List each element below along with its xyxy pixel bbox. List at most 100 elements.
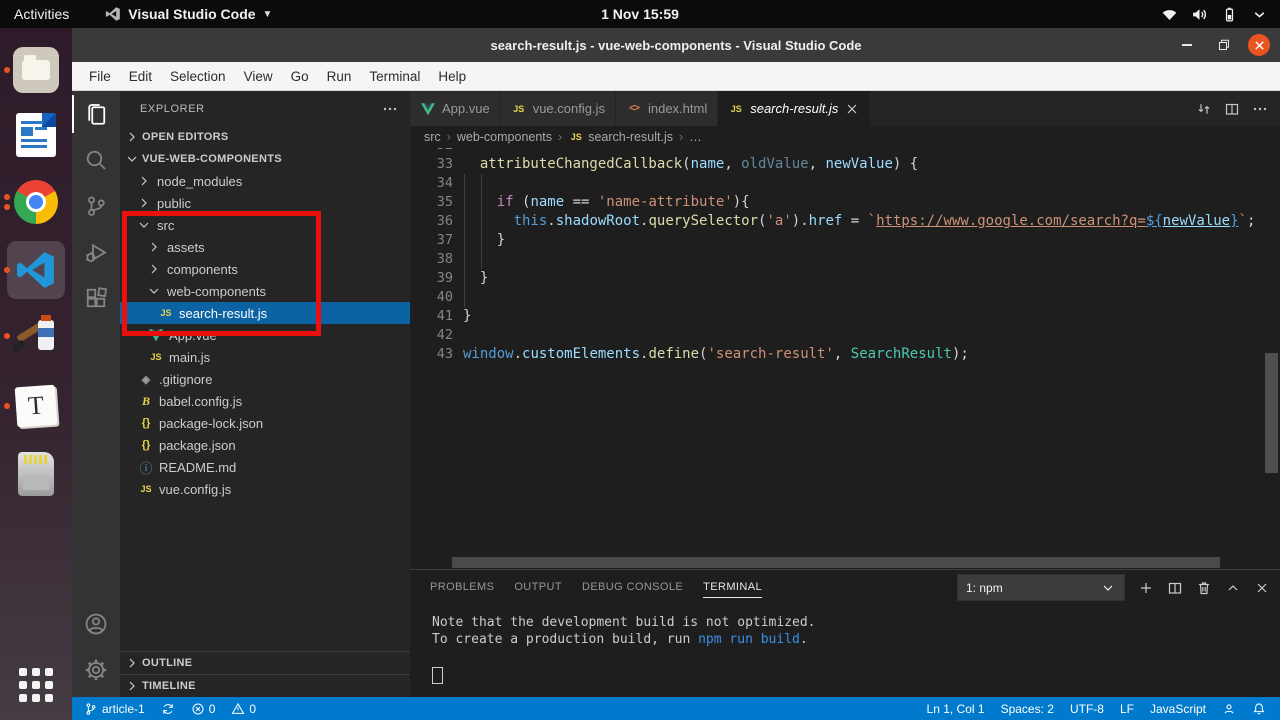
tree-item-.gitignore[interactable]: ◈ .gitignore — [120, 368, 410, 390]
status-errors[interactable]: 0 — [183, 697, 224, 720]
new-terminal-icon[interactable] — [1138, 580, 1154, 596]
vertical-scrollbar[interactable] — [1265, 353, 1278, 473]
tree-item-public[interactable]: public — [120, 192, 410, 214]
tree-item-node-modules[interactable]: node_modules — [120, 170, 410, 192]
tree-item-vue.config.js[interactable]: JS vue.config.js — [120, 478, 410, 500]
running-indicator — [4, 67, 10, 73]
code-text: attributeChangedCallback(name, oldValue,… — [479, 156, 919, 172]
breadcrumb-label: search-result.js — [588, 130, 673, 144]
code-editor[interactable]: 3233 attributeChangedCallback(name, oldV… — [410, 148, 1280, 569]
status-encoding[interactable]: UTF-8 — [1062, 697, 1112, 720]
menu-run[interactable]: Run — [318, 62, 361, 90]
breadcrumb-item[interactable]: src — [424, 130, 441, 144]
dock-item-files[interactable] — [0, 40, 72, 100]
split-editor-icon[interactable] — [1224, 101, 1240, 117]
breadcrumb-item[interactable]: web-components — [457, 130, 552, 144]
status-language-mode[interactable]: JavaScript — [1142, 697, 1214, 720]
breadcrumb-item[interactable]: … — [689, 130, 702, 144]
tree-item-babel.config.js[interactable]: Bbabel.config.js — [120, 390, 410, 412]
terminal-selector[interactable]: 1: npm — [957, 574, 1125, 601]
window-title: search-result.js - vue-web-components - … — [490, 37, 862, 53]
maximize-panel-icon[interactable] — [1225, 580, 1241, 596]
dock-item-sd-card[interactable] — [0, 444, 72, 504]
tree-item-search-result.js[interactable]: JS search-result.js — [120, 302, 410, 324]
tree-item-web-components[interactable]: web-components — [120, 280, 410, 302]
status-sync-status[interactable] — [153, 697, 183, 720]
line-number: 33 — [436, 156, 453, 172]
outline-section[interactable]: OUTLINE — [120, 651, 410, 674]
dock-item-paint[interactable] — [0, 306, 72, 366]
menu-go[interactable]: Go — [282, 62, 318, 90]
activities-button[interactable]: Activities — [0, 0, 83, 28]
activitybar-run-debug[interactable] — [72, 229, 120, 275]
tree-item-package-lock.json[interactable]: {} package-lock.json — [120, 412, 410, 434]
kill-terminal-icon[interactable] — [1196, 580, 1212, 596]
activitybar-explorer[interactable] — [72, 91, 120, 137]
indent-guide — [481, 174, 482, 269]
panel-tab-output[interactable]: OUTPUT — [514, 577, 562, 598]
activitybar-accounts[interactable] — [72, 601, 120, 647]
timeline-section[interactable]: TIMELINE — [120, 674, 410, 697]
status-feedback[interactable] — [1214, 697, 1244, 720]
terminal-output[interactable]: Note that the development build is not o… — [410, 605, 1280, 697]
dock-item-vscode[interactable] — [0, 238, 72, 302]
more-actions-icon[interactable] — [1252, 101, 1268, 117]
open-changes-icon[interactable] — [1196, 101, 1212, 117]
breadcrumb-item[interactable]: JS search-result.js — [568, 129, 673, 145]
close-button[interactable] — [1248, 34, 1270, 56]
panel-tab-terminal[interactable]: TERMINAL — [703, 577, 762, 598]
dock-item-chrome[interactable] — [0, 172, 72, 232]
tab-app.vue[interactable]: App.vue — [410, 91, 501, 126]
tab-search-result.js[interactable]: JS search-result.js — [718, 91, 872, 126]
activitybar-search[interactable] — [72, 137, 120, 183]
activitybar-source-control[interactable] — [72, 183, 120, 229]
activitybar-extensions[interactable] — [72, 275, 120, 321]
status-label: UTF-8 — [1069, 701, 1104, 716]
tree-item-main.js[interactable]: JS main.js — [120, 346, 410, 368]
close-panel-icon[interactable] — [1254, 580, 1270, 596]
tab-index.html[interactable]: <> index.html — [615, 91, 719, 126]
dock-item-app-grid[interactable] — [0, 655, 72, 715]
menu-edit[interactable]: Edit — [120, 62, 161, 90]
json-file-icon: {} — [141, 417, 151, 429]
split-terminal-icon[interactable] — [1167, 580, 1183, 596]
status-warnings[interactable]: 0 — [223, 697, 264, 720]
open-editors-section[interactable]: OPEN EDITORS — [120, 126, 410, 148]
tree-item-readme.md[interactable]: ⓘ README.md — [120, 456, 410, 478]
restore-button[interactable] — [1212, 34, 1234, 56]
panel-tab-problems[interactable]: PROBLEMS — [430, 577, 494, 598]
code-line-33: 33 attributeChangedCallback(name, oldVal… — [410, 155, 1280, 174]
app-menu[interactable]: Visual Studio Code ▼ — [105, 6, 272, 22]
dock-item-libreoffice-writer[interactable] — [0, 105, 72, 165]
breadcrumb-separator: › — [678, 130, 684, 144]
status-cursor-position[interactable]: Ln 1, Col 1 — [919, 697, 993, 720]
menu-view[interactable]: View — [235, 62, 282, 90]
tab-vue.config.js[interactable]: JS vue.config.js — [500, 91, 616, 126]
status-notifications[interactable] — [1244, 697, 1274, 720]
explorer-more-actions-icon[interactable] — [382, 101, 398, 117]
close-tab-icon[interactable] — [844, 101, 860, 117]
tree-item-package.json[interactable]: {} package.json — [120, 434, 410, 456]
status-git-branch-status[interactable]: article-1 — [76, 697, 153, 720]
tree-item-components[interactable]: components — [120, 258, 410, 280]
tree-item-assets[interactable]: assets — [120, 236, 410, 258]
tree-item-label: assets — [167, 239, 205, 255]
menu-help[interactable]: Help — [429, 62, 475, 90]
menu-file[interactable]: File — [80, 62, 120, 90]
status-indentation[interactable]: Spaces: 2 — [993, 697, 1062, 720]
workspace-section[interactable]: VUE-WEB-COMPONENTS — [120, 148, 410, 170]
menu-selection[interactable]: Selection — [161, 62, 235, 90]
menu-terminal[interactable]: Terminal — [360, 62, 429, 90]
status-eol[interactable]: LF — [1112, 697, 1142, 720]
tree-item-src[interactable]: src — [120, 214, 410, 236]
activitybar-settings[interactable] — [72, 647, 120, 693]
tree-item-app.vue[interactable]: App.vue — [120, 324, 410, 346]
git-file-icon: ◈ — [141, 373, 151, 386]
panel-tab-debug-console[interactable]: DEBUG CONSOLE — [582, 577, 683, 598]
horizontal-scrollbar[interactable] — [452, 557, 1220, 568]
minimize-button[interactable] — [1176, 34, 1198, 56]
system-status-area[interactable] — [1161, 6, 1280, 23]
running-indicator — [4, 267, 10, 273]
dock-item-text-editor[interactable]: T — [0, 376, 72, 436]
window-titlebar[interactable]: search-result.js - vue-web-components - … — [72, 28, 1280, 62]
